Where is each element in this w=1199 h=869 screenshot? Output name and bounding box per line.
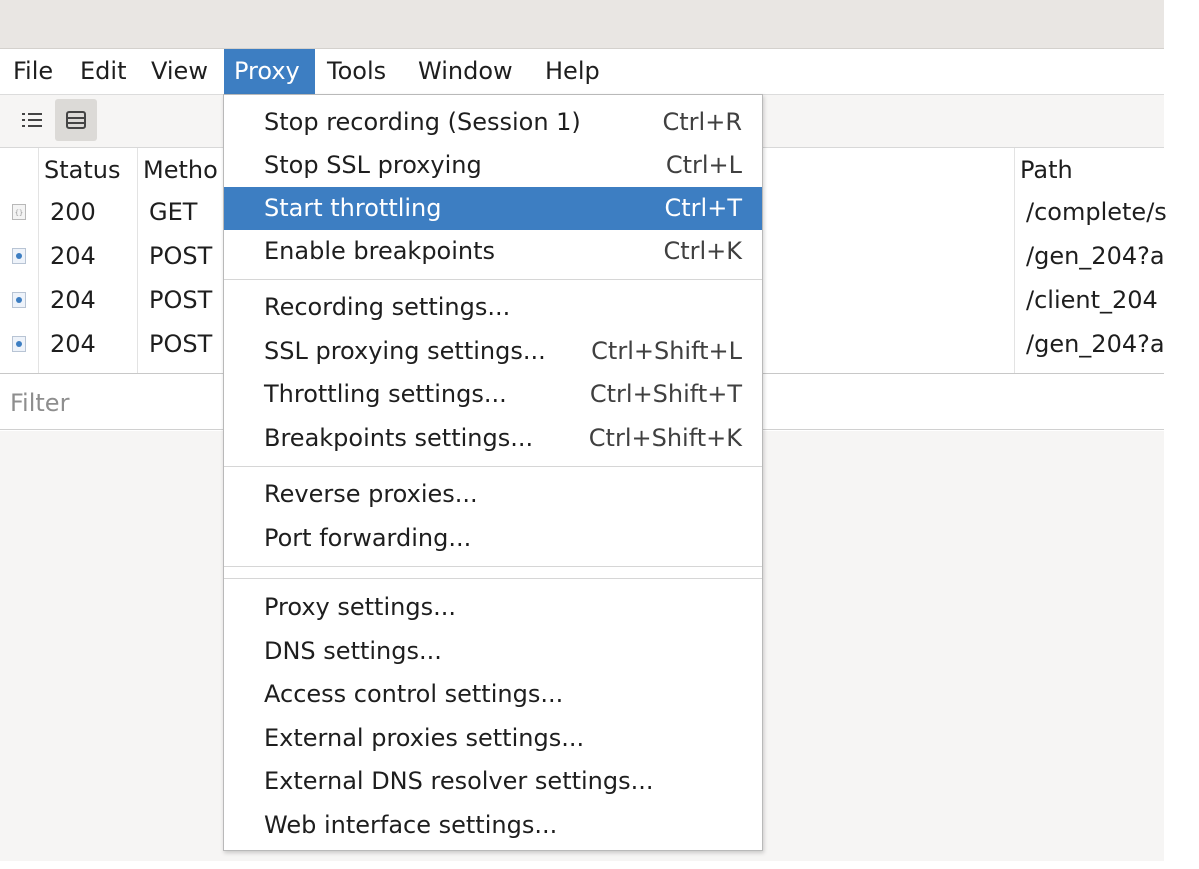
menu-item-label: External proxies settings... [264,724,585,752]
row-method: POST [149,286,213,314]
menu-item-label: Throttling settings... [264,380,507,408]
menu-item-recording-settings[interactable]: Recording settings... [224,286,762,329]
menu-item-shortcut: Ctrl+Shift+K [588,424,742,452]
row-path: /client_204 [1026,286,1158,314]
menu-item-breakpoints-settings[interactable]: Breakpoints settings... Ctrl+Shift+K [224,417,762,460]
menu-view[interactable]: View [141,49,218,94]
menu-item-shortcut: Ctrl+K [663,237,742,265]
blue-dot-file-icon [12,292,26,308]
row-method: POST [149,330,213,358]
column-status[interactable]: Status [44,148,120,188]
row-path: /gen_204?a [1026,242,1165,270]
menu-item-label: Reverse proxies... [264,480,478,508]
row-path: /gen_204?a [1026,330,1165,358]
menu-separator [224,578,762,579]
menu-item-shortcut: Ctrl+Shift+T [589,380,742,408]
row-method: POST [149,242,213,270]
menu-separator [224,279,762,280]
menu-item-proxy-settings[interactable]: Proxy settings... [224,586,762,629]
row-path: /complete/s [1026,198,1167,226]
menu-item-enable-breakpoints[interactable]: Enable breakpoints Ctrl+K [224,230,762,273]
menu-item-label: DNS settings... [264,637,442,665]
blue-dot-file-icon [12,336,26,352]
list-view-button[interactable] [11,99,53,141]
menu-bar: File Edit View Proxy Tools Window Help [0,49,1164,95]
menu-item-label: SSL proxying settings... [264,337,546,365]
menu-file[interactable]: File [3,49,63,94]
menu-item-start-throttling[interactable]: Start throttling Ctrl+T [224,187,762,230]
column-path[interactable]: Path [1020,148,1073,188]
row-status: 204 [50,242,96,270]
menu-item-access-control-settings[interactable]: Access control settings... [224,673,762,716]
row-status: 204 [50,330,96,358]
proxy-menu: Stop recording (Session 1) Ctrl+R Stop S… [223,94,763,851]
menu-item-web-interface-settings[interactable]: Web interface settings... [224,804,762,847]
menu-item-label: Recording settings... [264,293,511,321]
menu-item-dns-settings[interactable]: DNS settings... [224,630,762,673]
row-status: 200 [50,198,96,226]
menu-help[interactable]: Help [535,49,610,94]
row-status: 204 [50,286,96,314]
detail-view-icon [66,111,86,129]
menu-item-reverse-proxies[interactable]: Reverse proxies... [224,473,762,516]
window-titlebar [0,0,1164,49]
menu-item-shortcut: Ctrl+T [664,194,742,222]
menu-item-shortcut: Ctrl+L [665,151,742,179]
svg-text:{}: {} [15,209,23,217]
menu-item-label: Web interface settings... [264,811,558,839]
menu-item-ssl-proxying-settings[interactable]: SSL proxying settings... Ctrl+Shift+L [224,330,762,373]
json-file-icon: {} [12,204,26,220]
menu-item-label: External DNS resolver settings... [264,767,654,795]
menu-edit[interactable]: Edit [70,49,136,94]
menu-window[interactable]: Window [408,49,523,94]
menu-item-port-forwarding[interactable]: Port forwarding... [224,517,762,560]
menu-tools[interactable]: Tools [317,49,396,94]
blue-dot-file-icon [12,248,26,264]
row-method: GET [149,198,198,226]
detail-view-button[interactable] [55,99,97,141]
window-edge [1164,0,1199,869]
menu-item-label: Enable breakpoints [264,237,496,265]
menu-item-label: Stop recording (Session 1) [264,108,581,136]
menu-item-shortcut: Ctrl+R [662,108,743,136]
column-method[interactable]: Metho [143,148,218,188]
list-view-icon [22,113,42,127]
menu-item-shortcut: Ctrl+Shift+L [591,337,742,365]
menu-item-label: Proxy settings... [264,593,456,621]
menu-item-label: Stop SSL proxying [264,151,482,179]
menu-item-label: Breakpoints settings... [264,424,534,452]
menu-item-external-dns-resolver-settings[interactable]: External DNS resolver settings... [224,760,762,803]
menu-item-label: Port forwarding... [264,524,472,552]
menu-proxy[interactable]: Proxy [224,49,315,94]
menu-item-label: Access control settings... [264,680,564,708]
menu-separator [224,466,762,467]
menu-item-external-proxies-settings[interactable]: External proxies settings... [224,717,762,760]
menu-item-stop-recording[interactable]: Stop recording (Session 1) Ctrl+R [224,101,762,144]
menu-item-label: Start throttling [264,194,442,222]
menu-item-throttling-settings[interactable]: Throttling settings... Ctrl+Shift+T [224,373,762,416]
menu-item-stop-ssl-proxying[interactable]: Stop SSL proxying Ctrl+L [224,144,762,187]
menu-separator [224,566,762,567]
